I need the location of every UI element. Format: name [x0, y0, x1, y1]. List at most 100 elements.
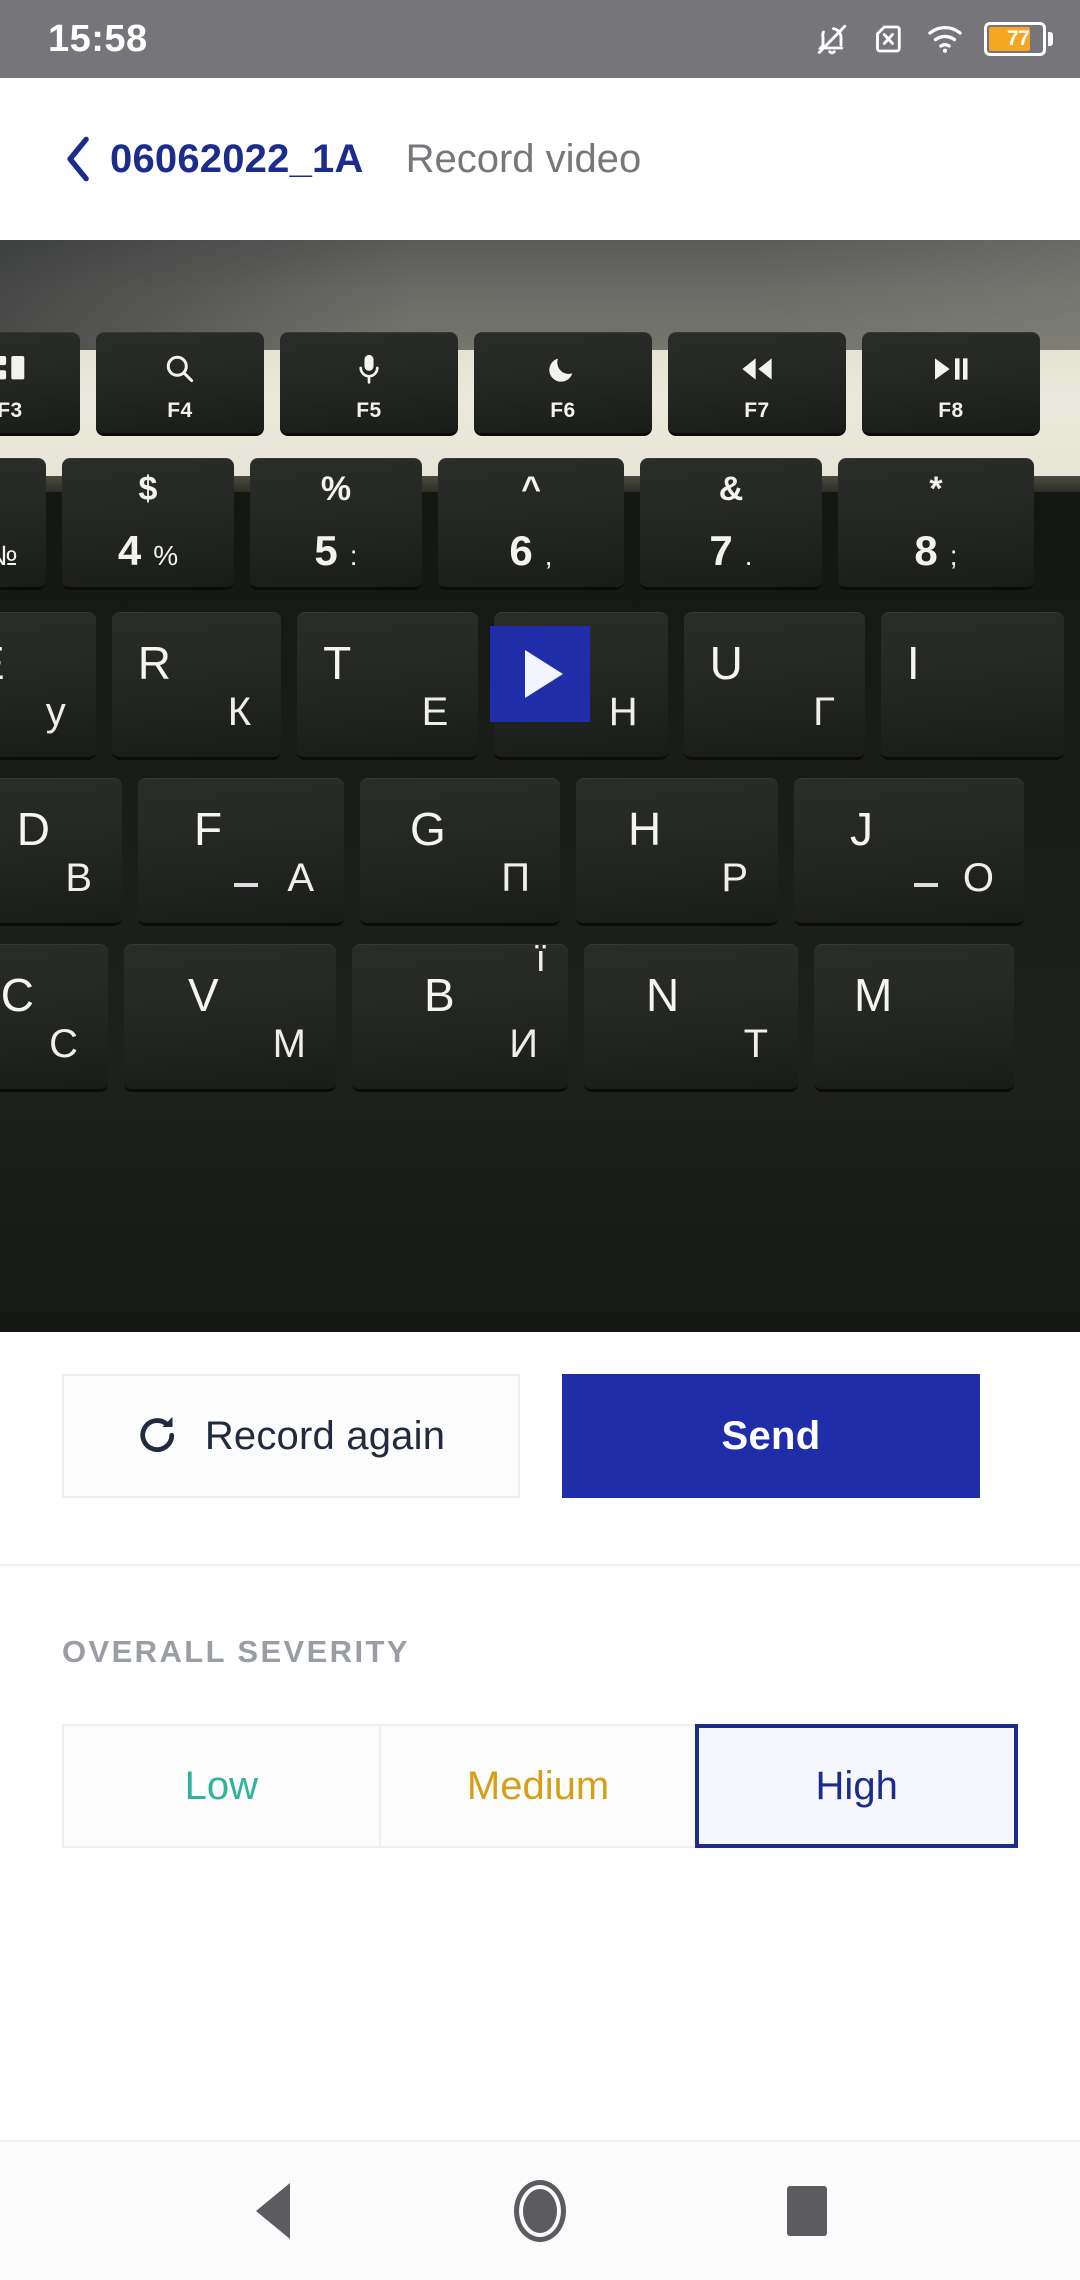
- search-icon: [165, 347, 195, 391]
- key-main-label-3: 3№: [0, 527, 46, 575]
- severity-option-high-label: High: [815, 1763, 898, 1808]
- key-3: # 3№: [0, 458, 46, 590]
- key-d: D В: [0, 778, 122, 926]
- key-m: M: [814, 944, 1014, 1092]
- key-label-f8: F8: [938, 398, 964, 422]
- key-cyrillic-n: Т: [743, 1022, 768, 1066]
- nav-back-icon[interactable]: [213, 2151, 333, 2271]
- key-g: G П: [360, 778, 560, 926]
- key-cyrillic-b: И: [509, 1022, 538, 1066]
- status-bar: 15:58 77: [0, 0, 1080, 78]
- key-label-f4: F4: [167, 398, 193, 422]
- key-h: H Р: [576, 778, 778, 926]
- key-main-label-8: 8;: [914, 527, 958, 574]
- key-latin-f: F: [194, 803, 223, 855]
- mission-control-icon: [0, 347, 27, 391]
- battery-percent-label: 77: [1006, 27, 1030, 50]
- key-label-f5: F5: [356, 398, 382, 422]
- chevron-left-icon[interactable]: [62, 135, 96, 183]
- action-button-row: Record again Send: [0, 1332, 1080, 1564]
- play-icon[interactable]: [490, 626, 590, 722]
- key-dash-glyph: [234, 883, 258, 887]
- severity-option-medium[interactable]: Medium: [378, 1724, 696, 1848]
- key-5: % 5:: [250, 458, 422, 590]
- keyboard-number-row: # 3№ $ 4% % 5: ^ 6, & 7. * 8;: [0, 458, 1080, 590]
- key-label-f6: F6: [550, 398, 576, 422]
- page-subtitle: Record video: [405, 136, 642, 181]
- key-8: * 8;: [838, 458, 1034, 590]
- key-main-label-6: 6,: [509, 527, 553, 574]
- key-e: E у: [0, 612, 96, 760]
- send-button[interactable]: Send: [562, 1374, 980, 1498]
- app-header: 06062022_1A Record video: [0, 78, 1080, 240]
- battery-icon: 77: [984, 21, 1054, 57]
- key-main-label-5: 5:: [314, 527, 358, 574]
- key-latin-j: J: [850, 803, 873, 855]
- status-clock: 15:58: [48, 18, 148, 60]
- key-f5: F5: [280, 332, 458, 436]
- keyboard-function-row: F3 F4 F5: [0, 332, 1080, 436]
- key-latin-u: U: [709, 637, 743, 689]
- microphone-icon: [357, 347, 381, 391]
- key-f7: F7: [668, 332, 846, 436]
- key-cyrillic-r: К: [227, 690, 252, 734]
- key-f8: F8: [862, 332, 1040, 436]
- key-dash-glyph-2: [914, 883, 938, 887]
- key-f: F А: [138, 778, 344, 926]
- record-again-label: Record again: [204, 1413, 446, 1458]
- key-latin-i: I: [906, 637, 920, 689]
- play-pause-icon: [933, 347, 969, 391]
- key-u: U Г: [683, 612, 865, 760]
- severity-option-medium-label: Medium: [466, 1763, 610, 1808]
- overall-severity-section: OVERALL SEVERITY Low Medium High: [0, 1566, 1080, 2126]
- key-cyrillic-u: Г: [813, 690, 835, 734]
- notifications-off-icon: [814, 21, 850, 57]
- nav-home-icon[interactable]: [480, 2151, 600, 2271]
- key-latin-n: N: [646, 969, 680, 1021]
- key-7: & 7.: [640, 458, 822, 590]
- key-latin-g: G: [410, 803, 446, 855]
- key-latin-c: C: [0, 969, 34, 1021]
- key-r: R К: [111, 612, 282, 760]
- key-4: $ 4%: [62, 458, 234, 590]
- key-n: N Т: [584, 944, 798, 1092]
- key-cyrillic-d: В: [65, 856, 92, 900]
- overall-severity-label: OVERALL SEVERITY: [62, 1634, 410, 1669]
- key-shift-label-7: &: [718, 470, 744, 508]
- key-cyrillic-e: у: [45, 690, 66, 734]
- key-latin-m: M: [854, 969, 893, 1021]
- system-navigation-bar: [0, 2140, 1080, 2280]
- key-cyrillic-v: М: [272, 1022, 306, 1066]
- record-again-button[interactable]: Record again: [62, 1374, 520, 1498]
- severity-option-high[interactable]: High: [695, 1724, 1019, 1848]
- key-f4: F4: [96, 332, 264, 436]
- key-i: I: [880, 612, 1065, 760]
- video-preview[interactable]: F3 F4 F5: [0, 240, 1080, 1332]
- keyboard-letter-row-2: D В F А G П H Р J О: [0, 778, 1080, 926]
- key-j: J О: [794, 778, 1024, 926]
- status-icon-group: 77: [814, 21, 1054, 57]
- keyboard-letter-row-3: C С V М B ї И N Т M: [0, 944, 1080, 1092]
- key-f6: F6: [474, 332, 652, 436]
- key-latin-r: R: [137, 637, 171, 689]
- key-shift-label-4: $: [138, 470, 158, 508]
- page-title[interactable]: 06062022_1A: [110, 137, 364, 182]
- key-latin-e: E: [0, 636, 5, 690]
- key-t: T Е: [297, 612, 479, 760]
- key-f3: F3: [0, 332, 80, 436]
- nav-recents-icon[interactable]: [747, 2151, 867, 2271]
- key-c: C С: [0, 944, 108, 1092]
- refresh-icon: [137, 1413, 179, 1459]
- key-shift-label-8: *: [929, 470, 943, 508]
- no-sim-icon: [870, 21, 906, 57]
- key-label-f3: F3: [0, 398, 23, 422]
- severity-option-low[interactable]: Low: [62, 1724, 379, 1848]
- key-cyrillic-h: Р: [721, 856, 748, 900]
- key-label-f7: F7: [744, 398, 770, 422]
- key-shift-label-6: ^: [521, 470, 541, 508]
- key-cyrillic-y: Н: [608, 690, 638, 734]
- severity-segmented-control: Low Medium High: [62, 1724, 1019, 1848]
- key-latin-t: T: [323, 637, 352, 689]
- key-latin-b: B: [424, 969, 455, 1021]
- key-cyrillic-g: П: [501, 856, 530, 900]
